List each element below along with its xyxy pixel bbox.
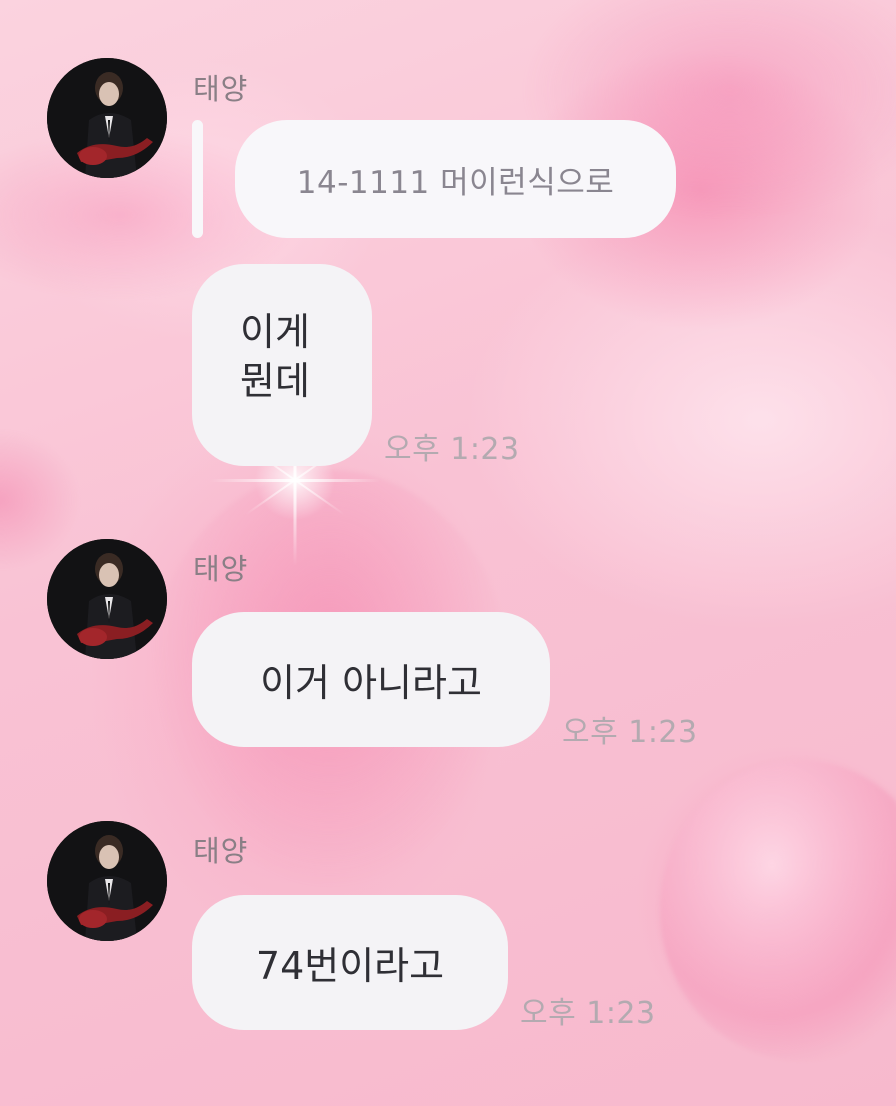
sender-name: 태양 [193, 72, 249, 106]
avatar[interactable] [47, 58, 167, 178]
message-bubble[interactable]: 이거 아니라고 [192, 612, 550, 747]
reply-preview-text: 14-1111 머이런식으로 [296, 164, 615, 201]
profile-photo-icon [47, 58, 167, 178]
message-line: 뭔데 [240, 359, 310, 403]
message-text: 74번이라고 [255, 944, 445, 988]
profile-photo-icon [47, 821, 167, 941]
message-bubble[interactable]: 74번이라고 [192, 895, 508, 1030]
message-time: 오후 1:23 [520, 996, 656, 1031]
avatar[interactable] [47, 539, 167, 659]
sender-name: 태양 [193, 552, 249, 586]
reply-indicator-bar [192, 120, 203, 238]
sender-name: 태양 [193, 834, 249, 868]
message-time: 오후 1:23 [562, 715, 698, 750]
message-bubble[interactable]: 이게 뭔데 [192, 264, 372, 466]
message-line: 이게 [240, 310, 310, 354]
profile-photo-icon [47, 539, 167, 659]
message-time: 오후 1:23 [384, 432, 520, 467]
message-text: 이거 아니라고 [260, 661, 482, 705]
avatar[interactable] [47, 821, 167, 941]
reply-preview-bubble[interactable]: 14-1111 머이런식으로 [235, 120, 676, 238]
